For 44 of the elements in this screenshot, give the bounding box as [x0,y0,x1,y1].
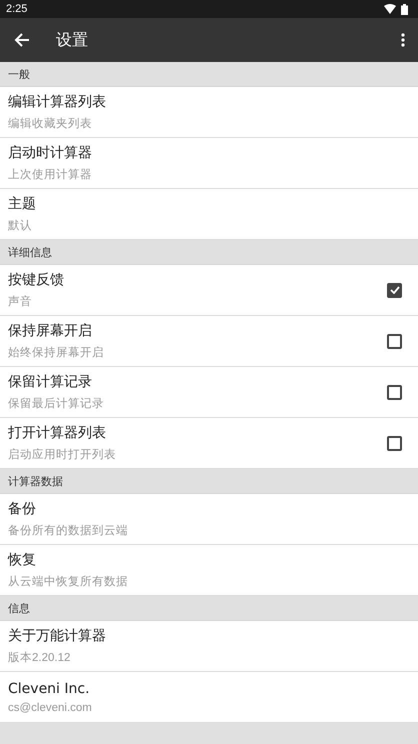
checkbox[interactable] [387,436,402,450]
settings-item[interactable]: 按键反馈 声音 [0,265,418,316]
item-summary: 启动应用时打开列表 [8,448,117,462]
item-summary: 始终保持屏幕开启 [8,346,105,360]
item-title: 保留计算记录 [8,373,93,391]
back-arrow-icon [14,32,30,48]
settings-item[interactable]: 保持屏幕开启 始终保持屏幕开启 [0,316,418,367]
item-summary: 默认 [8,218,33,233]
item-title: 保持屏幕开启 [8,322,93,340]
item-title: 备份 [8,500,37,518]
item-title: 恢复 [8,551,37,569]
item-summary: 上次使用计算器 [8,168,93,182]
settings-item[interactable]: 启动时计算器 上次使用计算器 [0,138,418,189]
settings-item[interactable]: 编辑计算器列表 编辑收藏夹列表 [0,87,418,138]
item-summary: 编辑收藏夹列表 [8,116,93,131]
item-title: 关于万能计算器 [8,627,107,645]
item-title: 启动时计算器 [8,144,93,162]
item-title: 按键反馈 [8,271,65,289]
checkbox[interactable] [387,282,402,298]
checkbox[interactable] [387,334,402,348]
settings-item[interactable]: 恢复 从云端中恢复所有数据 [0,545,418,596]
item-summary: cs@cleveni.com [8,702,93,714]
more-icon [401,33,405,47]
settings-item[interactable]: 备份 备份所有的数据到云端 [0,494,418,545]
check-icon [390,286,400,294]
settings-item[interactable]: Cleveni Inc. cs@cleveni.com [0,672,418,723]
settings-item[interactable]: 关于万能计算器 版本2.20.12 [0,621,418,672]
status-time: 2:25 [6,3,28,15]
screen-title: 设置 [56,30,89,50]
item-title: Cleveni Inc. [8,680,91,696]
wifi-icon [384,4,396,14]
settings-item[interactable]: 保留计算记录 保留最后计算记录 [0,367,418,418]
item-summary: 从云端中恢复所有数据 [8,574,129,589]
item-summary: 备份所有的数据到云端 [8,524,129,538]
item-title: 主题 [8,195,37,213]
item-summary: 保留最后计算记录 [8,396,105,411]
battery-icon [401,4,408,14]
item-summary: 版本2.20.12 [8,650,72,665]
item-title: 编辑计算器列表 [8,93,107,111]
item-summary: 声音 [8,294,33,309]
item-title: 打开计算器列表 [8,424,107,442]
checkbox[interactable] [387,384,402,400]
settings-item[interactable]: 主题 默认 [0,189,418,240]
settings-item[interactable]: 打开计算器列表 启动应用时打开列表 [0,418,418,469]
